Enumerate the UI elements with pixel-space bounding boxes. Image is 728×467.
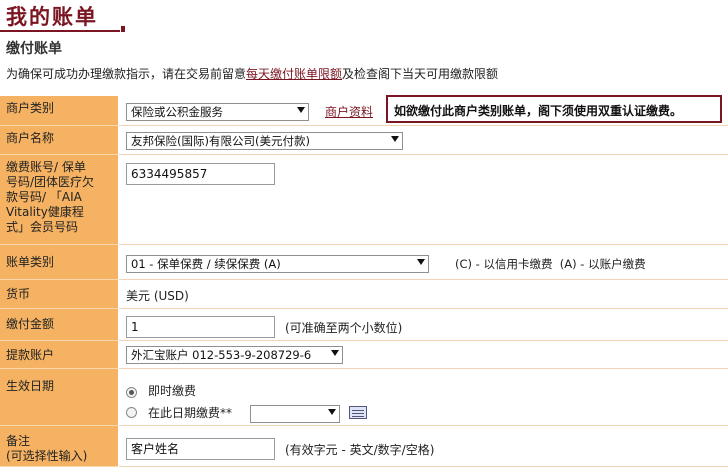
merchant-type-label: 商户类别	[0, 96, 118, 126]
amount-hint: (可准确至两个小数位)	[285, 321, 403, 335]
bill-type-note: (C) - 以信用卡缴费 (A) - 以账户缴费	[455, 257, 646, 271]
remarks-label-line: 备注	[6, 434, 31, 448]
pay-on-date-radio[interactable]	[126, 407, 137, 418]
merchant-name-cell: 友邦保险(国际)有限公司(美元付款)	[119, 126, 728, 155]
amount-label: 缴付金额	[0, 309, 118, 341]
account-number-label-line: 款号码/ 「AIA	[6, 190, 82, 204]
remarks-hint: (有效字元 - 英文/数字/空格)	[285, 443, 435, 457]
chevron-down-icon	[328, 409, 336, 415]
row-account-number: 缴费账号/ 保单 号码/团体医疗欠 款号码/ 「AIA Vitality健康程 …	[0, 155, 728, 245]
payment-date-select[interactable]	[250, 405, 340, 423]
row-merchant-name: 商户名称 友邦保险(国际)有限公司(美元付款)	[0, 126, 728, 155]
effective-date-cell: 即时缴费 在此日期缴费**	[119, 369, 728, 426]
bill-type-select[interactable]: 01 - 保单保费 / 续保保费 (A)	[126, 255, 429, 273]
merchant-type-select[interactable]: 保险或公积金服务	[126, 103, 309, 121]
daily-limit-link[interactable]: 每天缴付账单限额	[246, 67, 342, 81]
row-merchant-type: 商户类别 保险或公积金服务 商户资料 如欲缴付此商户类别账单，阁下须使用双重认证…	[0, 95, 728, 126]
currency-cell: 美元 (USD)	[119, 280, 728, 309]
chevron-down-icon	[417, 259, 425, 265]
page-header: 我的账单	[0, 0, 728, 32]
row-bill-type: 账单类别 01 - 保单保费 / 续保保费 (A) (C) - 以信用卡缴费 (…	[0, 245, 728, 280]
page-title: 我的账单	[6, 4, 98, 29]
merchant-name-label: 商户名称	[0, 126, 118, 155]
instruction-text: 为确保可成功办理缴款指示，请在交易前留意每天缴付账单限额及检查阁下当天可用缴款限…	[6, 65, 498, 82]
two-factor-notice: 如欲缴付此商户类别账单，阁下须使用双重认证缴费。	[386, 95, 722, 123]
page-subtitle: 缴付账单	[6, 41, 62, 57]
title-underline-marker	[121, 26, 125, 32]
debit-account-cell: 外汇宝账户 012-553-9-208729-6	[119, 341, 728, 369]
account-number-label-line: 式」会员号码	[6, 220, 79, 234]
row-remarks: 备注 (可选择性输入) 客户姓名 (有效字元 - 英文/数字/空格)	[0, 426, 728, 467]
remarks-cell: 客户姓名 (有效字元 - 英文/数字/空格)	[119, 426, 728, 467]
account-number-label-line: 号码/团体医疗欠	[6, 175, 95, 189]
merchant-type-value: 保险或公积金服务	[131, 105, 223, 119]
debit-account-value: 外汇宝账户 012-553-9-208729-6	[131, 348, 312, 362]
row-amount: 缴付金额 1 (可准确至两个小数位)	[0, 309, 728, 341]
merchant-name-select[interactable]: 友邦保险(国际)有限公司(美元付款)	[126, 132, 403, 150]
pay-now-radio[interactable]	[126, 387, 137, 398]
account-number-label-line: 缴费账号/ 保单	[6, 160, 86, 174]
chevron-down-icon	[391, 136, 399, 142]
amount-cell: 1 (可准确至两个小数位)	[119, 309, 728, 341]
bill-type-label: 账单类别	[0, 245, 118, 280]
row-effective-date: 生效日期 即时缴费 在此日期缴费**	[0, 369, 728, 426]
chevron-down-icon	[297, 107, 305, 113]
amount-input[interactable]: 1	[126, 316, 275, 338]
title-underline	[0, 30, 120, 32]
account-number-label-line: Vitality健康程	[6, 205, 84, 219]
merchant-name-value: 友邦保险(国际)有限公司(美元付款)	[131, 134, 310, 148]
bill-type-cell: 01 - 保单保费 / 续保保费 (A) (C) - 以信用卡缴费 (A) - …	[119, 245, 728, 280]
row-debit-account: 提款账户 外汇宝账户 012-553-9-208729-6	[0, 341, 728, 369]
merchant-type-cell: 保险或公积金服务 商户资料 如欲缴付此商户类别账单，阁下须使用双重认证缴费。	[119, 95, 728, 126]
remarks-label: 备注 (可选择性输入)	[0, 426, 118, 467]
merchant-info-link[interactable]: 商户资料	[325, 103, 373, 120]
account-number-input[interactable]: 6334495857	[126, 163, 275, 185]
currency-label: 货币	[0, 280, 118, 309]
instruction-prefix: 为确保可成功办理缴款指示，请在交易前留意	[6, 67, 247, 81]
bill-type-value: 01 - 保单保费 / 续保保费 (A)	[131, 257, 281, 271]
calendar-icon[interactable]	[349, 406, 367, 419]
currency-value: 美元 (USD)	[126, 289, 189, 303]
remarks-input[interactable]: 客户姓名	[126, 438, 275, 460]
effective-date-label: 生效日期	[0, 369, 118, 426]
remarks-label-line: (可选择性输入)	[6, 449, 88, 463]
pay-on-date-label: 在此日期缴费**	[148, 406, 233, 420]
pay-now-label: 即时缴费	[148, 384, 197, 398]
chevron-down-icon	[331, 350, 339, 356]
instruction-suffix: 及检查阁下当天可用缴款限额	[342, 67, 499, 81]
account-number-cell: 6334495857	[119, 155, 728, 245]
debit-account-select[interactable]: 外汇宝账户 012-553-9-208729-6	[126, 346, 343, 364]
row-currency: 货币 美元 (USD)	[0, 280, 728, 309]
debit-account-label: 提款账户	[0, 341, 118, 369]
account-number-label: 缴费账号/ 保单 号码/团体医疗欠 款号码/ 「AIA Vitality健康程 …	[0, 155, 118, 245]
